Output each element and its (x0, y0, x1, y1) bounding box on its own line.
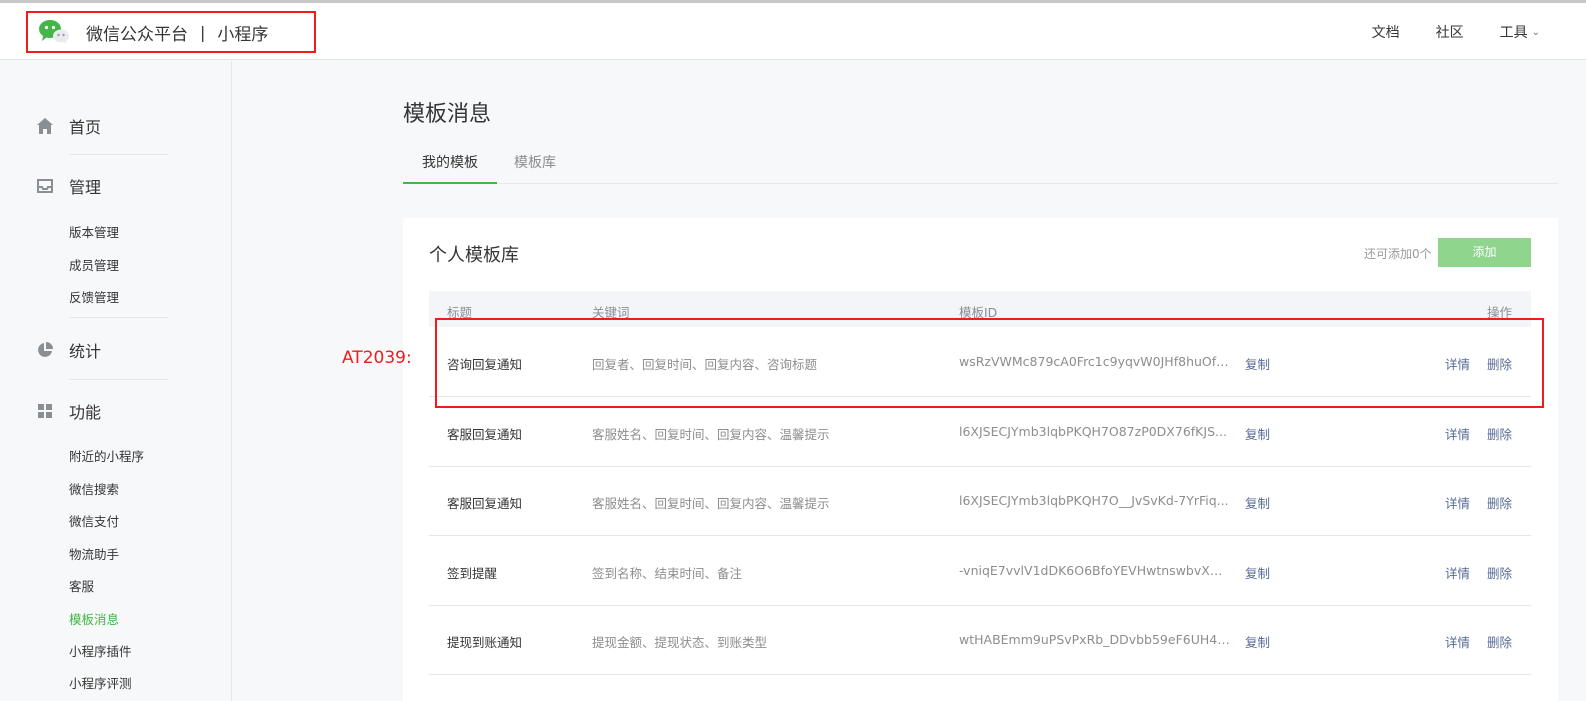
copy-link[interactable]: 复制 (1245, 424, 1270, 443)
sidebar-item-evaluation[interactable]: 小程序评测 (69, 673, 132, 692)
brand-separator: | (200, 22, 206, 42)
sidebar-item-version[interactable]: 版本管理 (69, 222, 119, 241)
table-row: 提现到账通知 提现金额、提现状态、到账类型 wtHABEmm9uPSvPxRb_… (429, 606, 1531, 675)
sidebar-divider (69, 154, 168, 155)
template-card: 个人模板库 还可添加0个 添加 标题 关键词 模板ID 操作 咨询回复通知 回复… (403, 218, 1558, 701)
table-row: 客服回复通知 客服姓名、回复时间、回复内容、温馨提示 l6XJSECJYmb3l… (429, 467, 1531, 536)
sidebar-item-template-message[interactable]: 模板消息 (69, 609, 119, 628)
inbox-icon (37, 179, 53, 193)
add-button[interactable]: 添加 (1438, 238, 1531, 267)
row-template-id: l6XJSECJYmb3lqbPKQH7O__JvSvKd-7YrFiq... (959, 493, 1229, 508)
pie-chart-icon (38, 342, 53, 357)
row-template-id: -vniqE7vvlV1dDK6O6BfoYEVHwtnswbvXGv... (959, 563, 1231, 578)
sidebar-item-service[interactable]: 客服 (69, 576, 94, 595)
delete-link[interactable]: 删除 (1487, 563, 1512, 582)
chevron-down-icon: ⌄ (1531, 26, 1540, 38)
annotation-label: AT2039: (342, 348, 412, 368)
sidebar-item-label: 管理 (69, 178, 102, 197)
detail-link[interactable]: 详情 (1445, 632, 1470, 651)
delete-link[interactable]: 删除 (1487, 424, 1512, 443)
card-title: 个人模板库 (429, 245, 519, 266)
row-title: 客服回复通知 (447, 496, 523, 511)
sidebar-item-logistics[interactable]: 物流助手 (69, 544, 119, 563)
grid-icon (38, 404, 52, 418)
sidebar-item-search[interactable]: 微信搜索 (69, 479, 119, 498)
sidebar-group-manage[interactable]: 管理 (36, 174, 168, 198)
page-title: 模板消息 (403, 102, 492, 127)
row-keywords: 签到名称、结束时间、备注 (592, 566, 743, 581)
sidebar-divider (69, 317, 168, 318)
sidebar-item-feedback[interactable]: 反馈管理 (69, 287, 119, 306)
annotation-highlight-box (435, 318, 1544, 408)
sidebar-item-pay[interactable]: 微信支付 (69, 511, 119, 530)
row-title: 提现到账通知 (447, 635, 523, 650)
delete-link[interactable]: 删除 (1487, 632, 1512, 651)
brand[interactable]: 微信公众平台 | 小程序 (26, 11, 316, 53)
table-row: 签到提醒 签到名称、结束时间、备注 -vniqE7vvlV1dDK6O6BfoY… (429, 537, 1531, 606)
nav-docs-link[interactable]: 文档 (1372, 22, 1400, 42)
sidebar-item-members[interactable]: 成员管理 (69, 255, 119, 274)
sidebar-item-nearby[interactable]: 附近的小程序 (69, 446, 144, 465)
top-nav: 文档 社区 工具 ⌄ (1336, 22, 1540, 42)
sidebar-divider (69, 379, 168, 380)
sidebar-item-stats[interactable]: 统计 (36, 338, 168, 362)
detail-link[interactable]: 详情 (1445, 563, 1470, 582)
tab-template-library[interactable]: 模板库 (514, 150, 556, 184)
row-template-id: l6XJSECJYmb3lqbPKQH7O87zP0DX76fKJS... (959, 424, 1227, 439)
row-title: 签到提醒 (447, 566, 498, 581)
delete-link[interactable]: 删除 (1487, 493, 1512, 512)
table-row: 客服回复通知 客服姓名、回复时间、回复内容、温馨提示 l6XJSECJYmb3l… (429, 398, 1531, 467)
top-bar: 微信公众平台 | 小程序 文档 社区 工具 ⌄ (0, 0, 1586, 60)
copy-link[interactable]: 复制 (1245, 493, 1270, 512)
sidebar-item-label: 首页 (69, 118, 102, 137)
brand-name: 微信公众平台 (86, 24, 188, 45)
detail-link[interactable]: 详情 (1445, 424, 1470, 443)
row-keywords: 提现金额、提现状态、到账类型 (592, 635, 768, 650)
copy-link[interactable]: 复制 (1245, 563, 1270, 582)
row-keywords: 客服姓名、回复时间、回复内容、温馨提示 (592, 427, 830, 442)
sidebar-group-features[interactable]: 功能 (36, 399, 168, 423)
tab-my-templates[interactable]: 我的模板 (403, 150, 497, 184)
sidebar-item-home[interactable]: 首页 (36, 114, 168, 138)
row-keywords: 客服姓名、回复时间、回复内容、温馨提示 (592, 496, 830, 511)
nav-community-link[interactable]: 社区 (1436, 22, 1464, 42)
product-name: 小程序 (217, 24, 269, 45)
detail-link[interactable]: 详情 (1445, 493, 1470, 512)
home-icon (37, 118, 53, 134)
row-template-id: wtHABEmm9uPSvPxRb_DDvbb59eF6UH4T... (959, 632, 1231, 647)
copy-link[interactable]: 复制 (1245, 632, 1270, 651)
row-title: 客服回复通知 (447, 427, 523, 442)
sidebar: 首页 管理 版本管理 成员管理 反馈管理 统计 功能 附近的小程序 微信搜索 微… (0, 61, 232, 701)
sidebar-item-plugins[interactable]: 小程序插件 (69, 641, 132, 660)
sidebar-item-label: 统计 (69, 342, 102, 361)
quota-text: 还可添加0个 (1364, 247, 1432, 261)
nav-tools-label: 工具 (1499, 25, 1528, 41)
wechat-logo-icon (38, 19, 70, 45)
sidebar-item-label: 功能 (69, 403, 102, 422)
nav-tools-menu[interactable]: 工具 ⌄ (1500, 22, 1540, 42)
tab-bar: 我的模板 模板库 (403, 150, 1558, 184)
